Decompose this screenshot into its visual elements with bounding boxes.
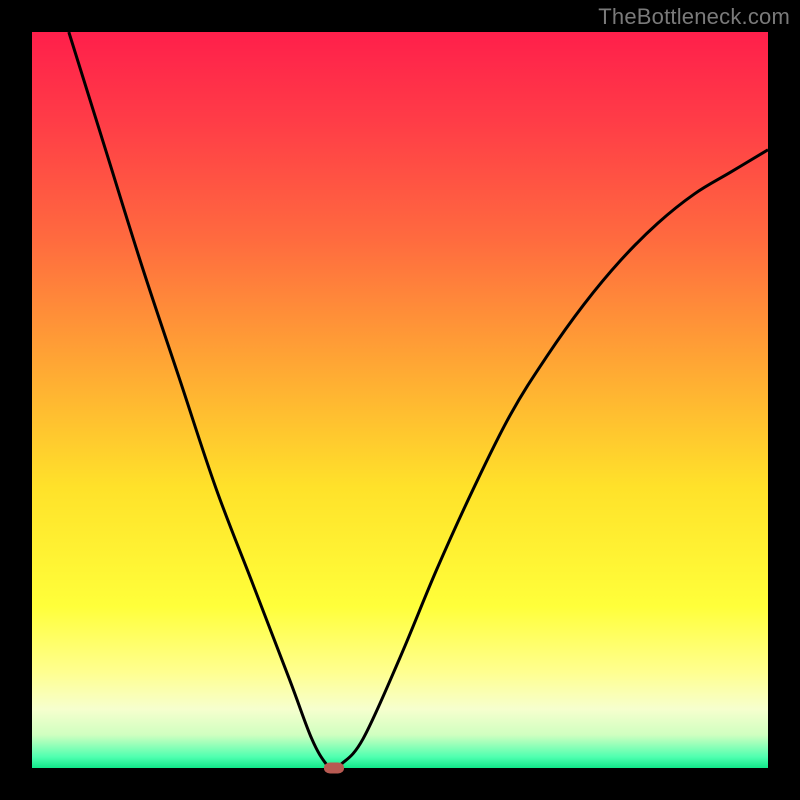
bottleneck-curve <box>69 32 768 768</box>
watermark-text: TheBottleneck.com <box>598 4 790 30</box>
optimal-point-marker <box>324 763 344 774</box>
plot-area <box>32 32 768 768</box>
curve-layer <box>32 32 768 768</box>
chart-stage: TheBottleneck.com <box>0 0 800 800</box>
